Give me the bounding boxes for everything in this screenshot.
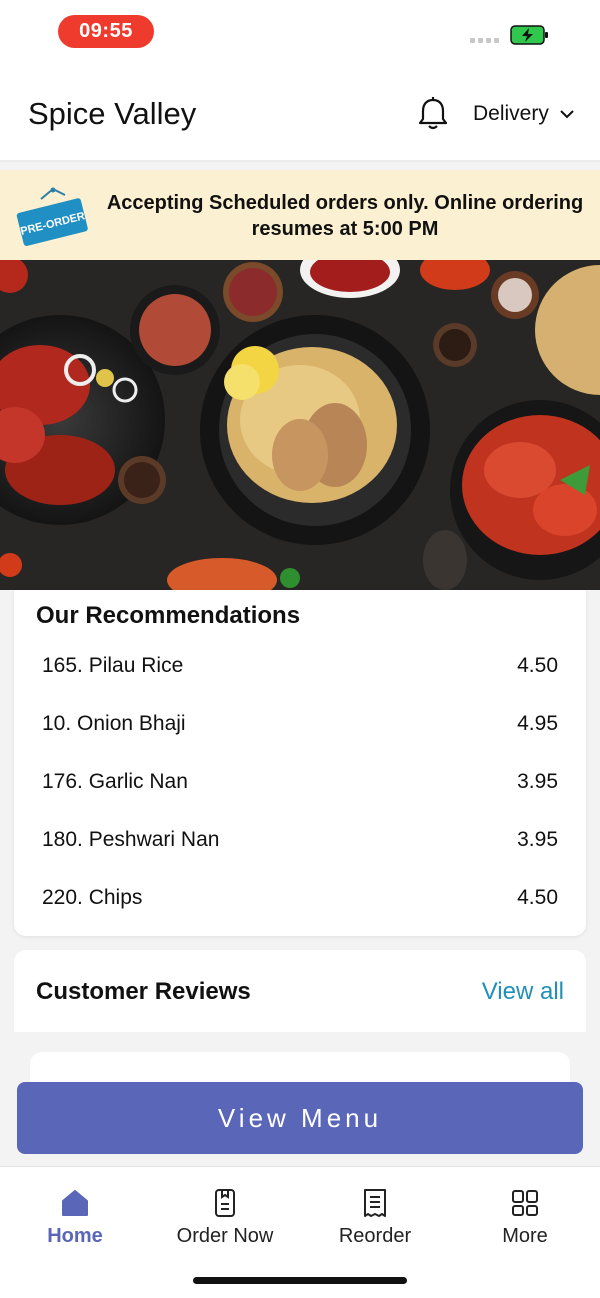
grid-icon — [512, 1190, 538, 1216]
delivery-mode-label: Delivery — [473, 102, 549, 125]
status-bar: 09:55 — [0, 0, 600, 66]
hero-food-image — [0, 260, 600, 590]
status-time: 09:55 — [58, 15, 154, 48]
menu-item-name: 176. Garlic Nan — [42, 770, 188, 793]
restaurant-name: Spice Valley — [28, 96, 197, 131]
menu-item-name: 10. Onion Bhaji — [42, 712, 186, 735]
tab-reorder[interactable]: Reorder — [305, 1187, 445, 1248]
preorder-sign-icon: PRE-ORDER — [16, 187, 88, 246]
delivery-mode-selector[interactable]: Delivery — [473, 102, 575, 126]
menu-item-price: 4.50 — [517, 654, 558, 677]
receipt-icon — [364, 1189, 386, 1217]
battery-icon — [510, 25, 548, 45]
tab-label: Home — [47, 1225, 103, 1247]
tab-order-now[interactable]: Order Now — [155, 1187, 295, 1248]
menu-item-price: 3.95 — [517, 770, 558, 793]
customer-reviews-section: Customer Reviews View all — [14, 950, 586, 1032]
menu-item-name: 165. Pilau Rice — [42, 654, 184, 677]
signal-icon — [470, 38, 499, 43]
tab-label: Reorder — [338, 1225, 412, 1247]
menu-item-name: 220. Chips — [42, 886, 143, 909]
menu-item-row[interactable]: 165. Pilau Rice 4.50 — [42, 646, 558, 686]
tab-label: More — [502, 1225, 548, 1247]
reviews-title: Customer Reviews — [36, 978, 251, 1005]
bell-icon[interactable] — [416, 96, 450, 132]
recommendations-title: Our Recommendations — [36, 602, 301, 629]
menu-item-name: 180. Peshwari Nan — [42, 828, 220, 851]
recommendations-card: Our Recommendations 165. Pilau Rice 4.50… — [14, 590, 586, 936]
menu-item-row[interactable]: 176. Garlic Nan 3.95 — [42, 762, 558, 802]
tab-home[interactable]: Home — [5, 1187, 145, 1248]
banner-message: Accepting Scheduled orders only. Online … — [106, 192, 584, 240]
menu-item-price: 4.50 — [517, 886, 558, 909]
menu-item-row[interactable]: 10. Onion Bhaji 4.95 — [42, 704, 558, 744]
tab-more[interactable]: More — [455, 1187, 595, 1248]
menu-item-row[interactable]: 180. Peshwari Nan 3.95 — [42, 820, 558, 860]
tab-label: Order Now — [176, 1225, 274, 1247]
home-icon — [62, 1190, 88, 1216]
view-menu-button[interactable]: View Menu — [17, 1082, 583, 1154]
home-indicator — [193, 1277, 407, 1284]
menu-item-row[interactable]: 220. Chips 4.50 — [42, 878, 558, 918]
app-header: Spice Valley Delivery — [0, 66, 600, 162]
view-all-reviews-link[interactable]: View all — [482, 978, 564, 1006]
chevron-down-icon — [560, 110, 574, 119]
menu-item-price: 3.95 — [517, 828, 558, 851]
order-icon — [215, 1189, 235, 1217]
menu-item-price: 4.95 — [517, 712, 558, 735]
